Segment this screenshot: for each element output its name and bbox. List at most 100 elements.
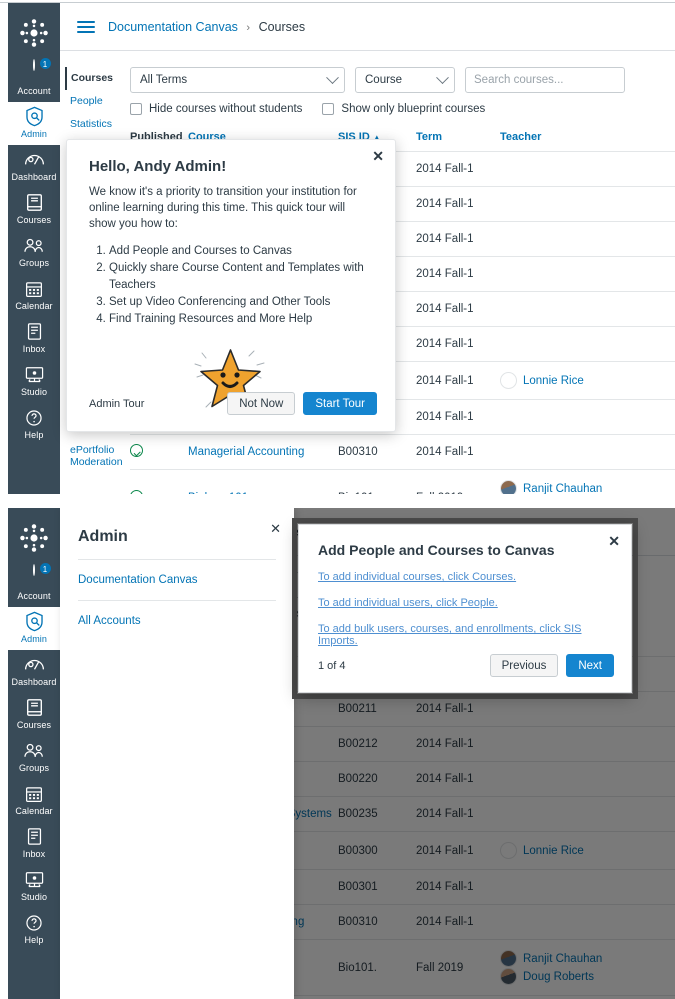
sidebar-item-help[interactable]: Help [8,403,60,446]
teacher-entry[interactable]: Lonnie Rice [500,372,671,389]
cell-teachers [500,434,675,470]
close-icon[interactable]: ✕ [372,149,384,163]
welcome-tour-modal: ✕ Hello, Andy Admin! We know it's a prio… [66,139,396,432]
th-term[interactable]: Term [416,127,500,152]
course-kind-select[interactable]: Course [355,67,455,93]
sidebar-item-help[interactable]: Help [8,908,60,951]
avatar [500,372,517,389]
sidebar-item-label: Help [24,430,44,440]
account-nav-item-courses[interactable]: Courses [65,67,122,90]
sidebar-item-dashboard[interactable]: Dashboard [8,145,60,188]
teacher-name[interactable]: Lonnie Rice [523,375,584,387]
sidebar-item-inbox[interactable]: Inbox [8,317,60,360]
hide-courses-checkbox[interactable] [130,103,142,115]
sidebar-item-groups[interactable]: Groups [8,231,60,274]
cell-term: 2014 Fall-1 [416,326,500,362]
sidebar-item-label: Admin [20,129,47,139]
sidebar-item-courses[interactable]: Courses [8,693,60,736]
canvas-window-top: 1 Account Admin Dashboard Courses Groups… [0,2,675,494]
canvas-window-bottom: 1 Account Admin Dashboard Courses Groups… [0,508,675,999]
sidebar-item-label: Admin [20,634,47,644]
cell-teachers: Ranjit ChauhanDoug Roberts [500,469,675,494]
modal-step-list: Add People and Courses to Canvas Quickly… [109,243,373,328]
modal-title: Hello, Andy Admin! [89,158,227,175]
cell-course-name: Managerial Accounting [188,434,338,470]
sidebar-item-studio[interactable]: Studio [8,360,60,403]
sidebar-item-label: Calendar [15,301,53,311]
close-icon[interactable]: ✕ [608,534,620,548]
canvas-logo-icon[interactable] [17,16,51,50]
tray-title: Admin [78,528,128,545]
tour-step-popup: ✕ Add People and Courses to Canvas To ad… [298,524,632,693]
modal-step-item: Set up Video Conferencing and Other Tool… [109,294,373,311]
th-teacher[interactable]: Teacher [500,127,675,152]
breadcrumb-root-link[interactable]: Documentation Canvas [108,20,238,34]
next-button[interactable]: Next [566,654,614,677]
teacher-entry[interactable]: Ranjit Chauhan [500,480,671,494]
question-circle-icon [8,912,60,933]
teacher-name[interactable]: Ranjit Chauhan [523,483,602,495]
dashboard-icon [8,654,60,675]
blueprint-checkbox[interactable] [322,103,335,115]
filter-row: All Terms Course Search courses... [130,67,675,93]
sidebar-item-admin[interactable]: Admin [8,607,60,650]
term-select[interactable]: All Terms [130,67,345,93]
people-icon [8,740,60,761]
search-input[interactable]: Search courses... [465,67,625,93]
account-nav-item-people[interactable]: People [66,90,122,113]
studio-icon [8,869,60,890]
cell-term: 2014 Fall-1 [416,399,500,435]
sidebar-item-groups[interactable]: Groups [8,736,60,779]
popup-link-sis-imports[interactable]: To add bulk users, courses, and enrollme… [318,623,612,647]
sidebar-item-admin[interactable]: Admin [8,102,60,145]
table-row[interactable]: Biology 101.Bio101.Fall 2019Ranjit Chauh… [130,469,675,495]
sidebar-item-calendar[interactable]: Calendar [8,779,60,822]
sidebar-item-inbox[interactable]: Inbox [8,822,60,865]
avatar [500,480,517,494]
tray-link-documentation-canvas[interactable]: Documentation Canvas [78,574,276,586]
previous-button[interactable]: Previous [489,654,559,677]
cell-teachers [500,221,675,257]
studio-icon [8,364,60,385]
sidebar-item-courses[interactable]: Courses [8,188,60,231]
calendar-icon [8,278,60,299]
sidebar-item-label: Calendar [15,806,53,816]
admin-tray: ✕ Admin Documentation Canvas All Account… [60,508,294,999]
calendar-icon [8,783,60,804]
start-tour-button[interactable]: Start Tour [303,392,377,415]
close-icon[interactable]: ✕ [270,521,281,537]
sidebar-item-account[interactable]: 1 Account [8,562,60,607]
popup-title: Add People and Courses to Canvas [318,542,555,558]
account-nav-item-eportfolio-moderation[interactable]: ePortfolio Moderation [66,439,123,474]
sidebar-item-dashboard[interactable]: Dashboard [8,650,60,693]
sidebar-item-studio[interactable]: Studio [8,865,60,908]
table-row[interactable]: Managerial Accounting B003102014 Fall-1 [130,434,675,470]
cell-term: 2014 Fall-1 [416,151,500,187]
chevron-down-icon [326,70,339,84]
global-navigation-bottom: 1 Account Admin Dashboard Courses Groups… [8,508,60,999]
global-navigation-top: 1 Account Admin Dashboard Courses Groups… [8,3,60,494]
cell-term: 2014 Fall-1 [416,221,500,257]
account-nav-item-statistics[interactable]: Statistics [66,113,122,136]
user-avatar-icon: 1 [8,57,60,84]
sidebar-item-account[interactable]: 1 Account [8,57,60,102]
popup-link-add-courses[interactable]: To add individual courses, click Courses… [318,571,612,583]
sidebar-item-calendar[interactable]: Calendar [8,274,60,317]
popup-footer: 1 of 4 Previous Next [318,654,614,677]
cell-term: 2014 Fall-1 [416,434,500,470]
course-link[interactable]: Managerial Accounting [188,446,304,458]
term-select-value: All Terms [140,74,188,86]
tray-link-all-accounts[interactable]: All Accounts [78,615,276,627]
course-link[interactable]: Biology 101. [188,492,251,495]
top-breadcrumb-bar: Documentation Canvas › Courses [60,3,675,51]
hamburger-menu-icon[interactable] [77,18,95,36]
not-now-button[interactable]: Not Now [227,392,296,415]
modal-step-item: Find Training Resources and More Help [109,311,373,328]
cell-teachers [500,399,675,435]
inbox-icon [8,321,60,342]
canvas-logo-icon[interactable] [17,521,51,555]
book-icon [8,697,60,718]
popup-link-add-users[interactable]: To add individual users, click People. [318,597,612,609]
sidebar-item-label: Dashboard [11,677,57,687]
modal-paragraph: We know it's a priority to transition yo… [89,186,357,230]
